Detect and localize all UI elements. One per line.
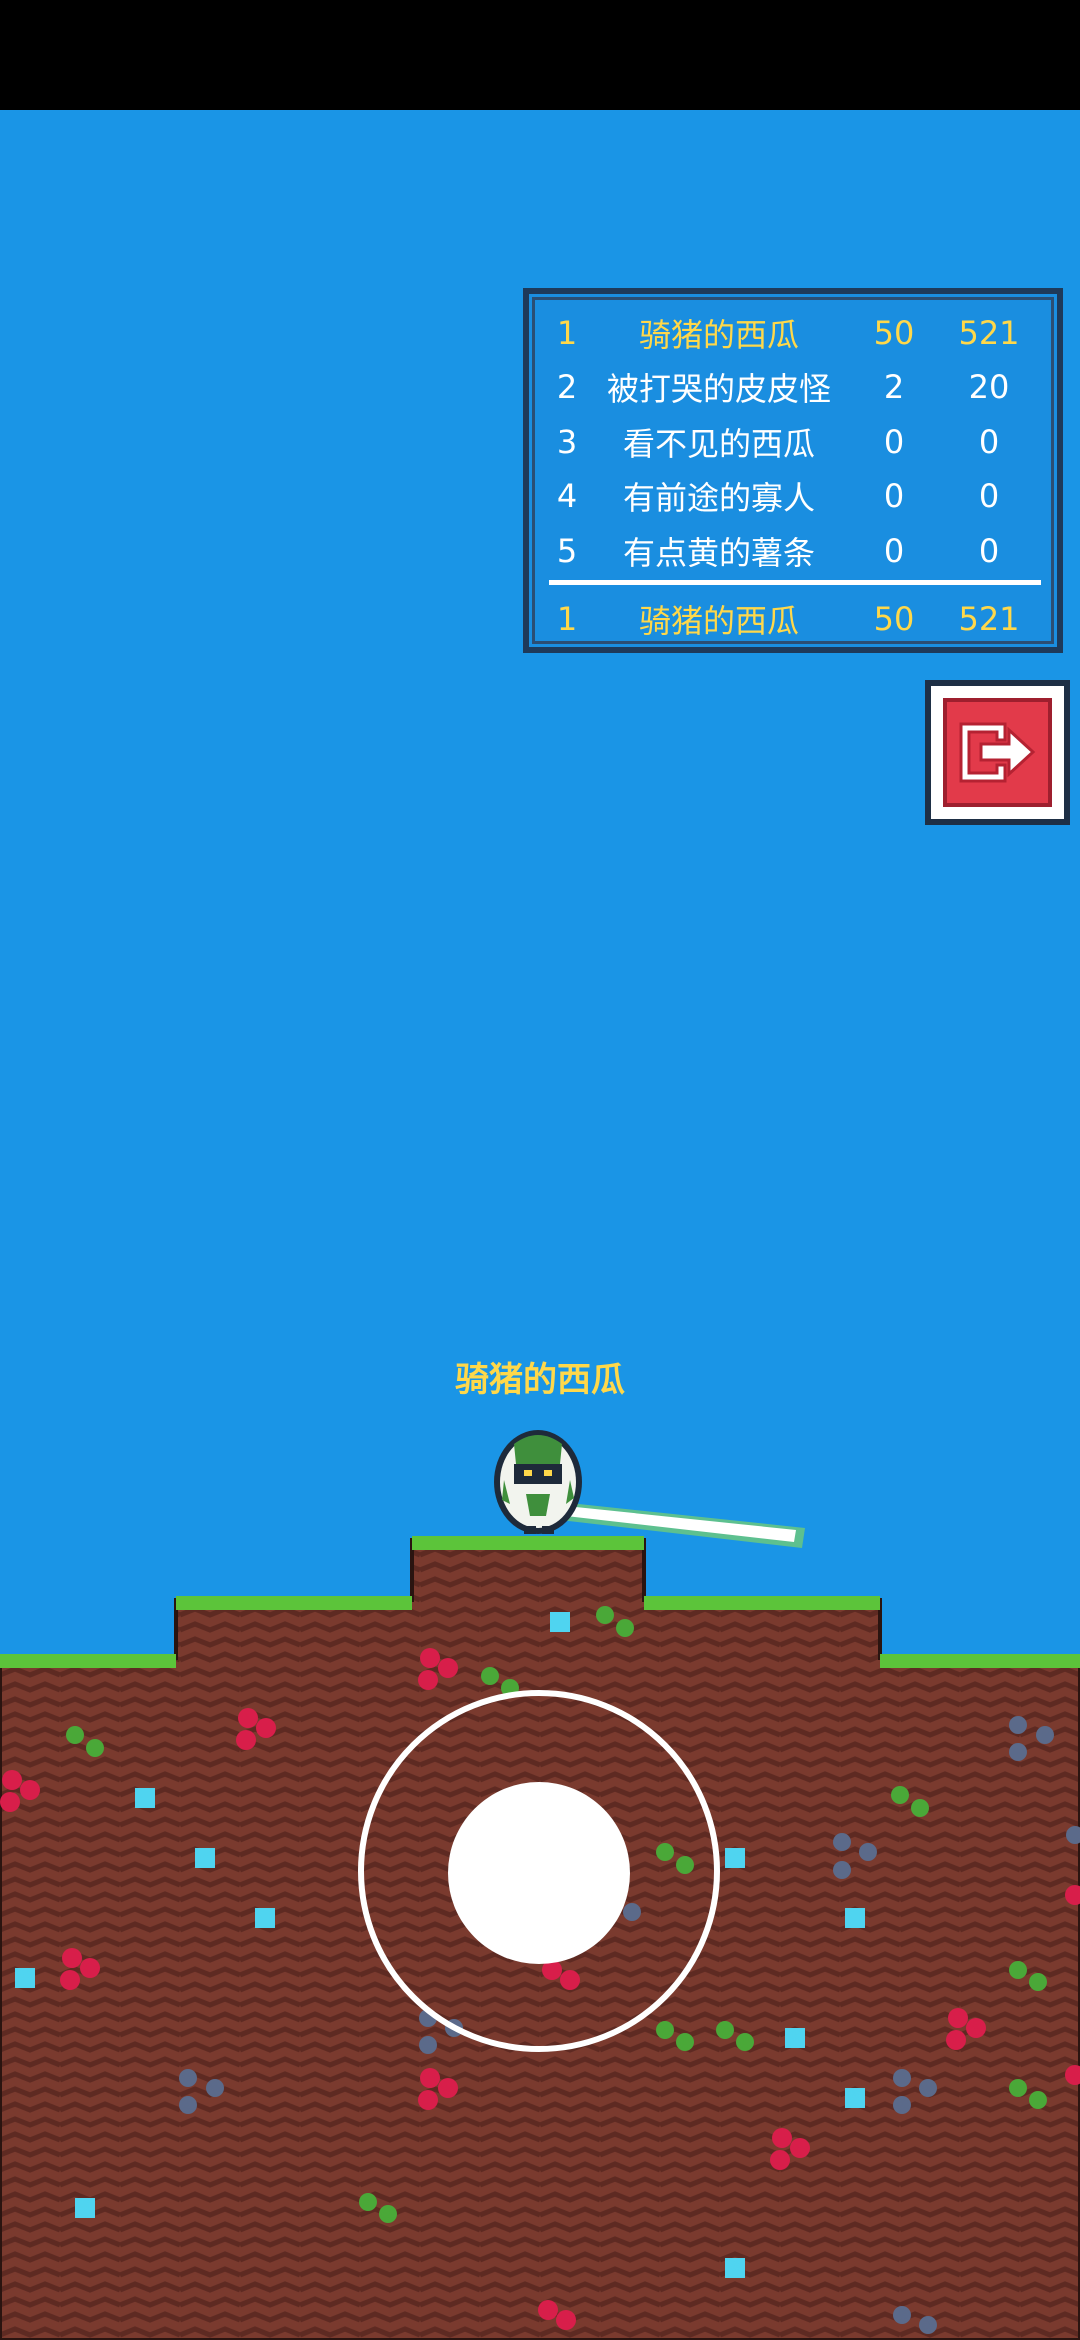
score: 521 (958, 600, 1020, 638)
kills: 0 (883, 477, 905, 515)
leaderboard-row: 5 有点黄的薯条 0 0 (529, 526, 1057, 576)
player-name-label: 骑猪的西瓜 (455, 1360, 625, 1400)
leaderboard-row: 3 看不见的西瓜 0 0 (529, 417, 1057, 467)
leaderboard-row: 1 骑猪的西瓜 50 521 (529, 308, 1057, 358)
player-name: 看不见的西瓜 (622, 425, 815, 463)
kills: 0 (883, 532, 905, 570)
kills: 50 (873, 600, 915, 638)
leaderboard-divider (549, 580, 1041, 585)
player-name: 骑猪的西瓜 (638, 316, 799, 354)
score: 0 (978, 423, 1000, 461)
player-name: 有点黄的薯条 (622, 534, 815, 572)
leaderboard-row: 2 被打哭的皮皮怪 2 20 (529, 362, 1057, 412)
kills: 0 (883, 423, 905, 461)
score: 20 (968, 368, 1010, 406)
joystick-knob[interactable] (448, 1782, 630, 1964)
rank: 5 (556, 532, 578, 570)
rank: 2 (556, 368, 578, 406)
leaderboard-row: 4 有前途的寡人 0 0 (529, 471, 1057, 521)
rank: 1 (556, 314, 578, 352)
player-name: 被打哭的皮皮怪 (606, 370, 831, 408)
kills: 50 (873, 314, 915, 352)
player-name: 骑猪的西瓜 (638, 602, 799, 640)
player-character (494, 1430, 582, 1534)
kills: 2 (883, 368, 905, 406)
rank: 3 (556, 423, 578, 461)
exit-icon (959, 722, 1036, 783)
status-bar (0, 0, 1080, 110)
score: 0 (978, 532, 1000, 570)
rank: 1 (556, 600, 578, 638)
score: 0 (978, 477, 1000, 515)
exit-button[interactable] (925, 680, 1070, 825)
exit-button-face (943, 698, 1052, 807)
score: 521 (958, 314, 1020, 352)
player-name: 有前途的寡人 (622, 479, 815, 517)
leaderboard-panel: 1 骑猪的西瓜 50 521 2 被打哭的皮皮怪 2 20 3 看不见的西瓜 0… (523, 288, 1063, 653)
leaderboard-self-row: 1 骑猪的西瓜 50 521 (529, 594, 1057, 644)
rank: 4 (556, 477, 578, 515)
